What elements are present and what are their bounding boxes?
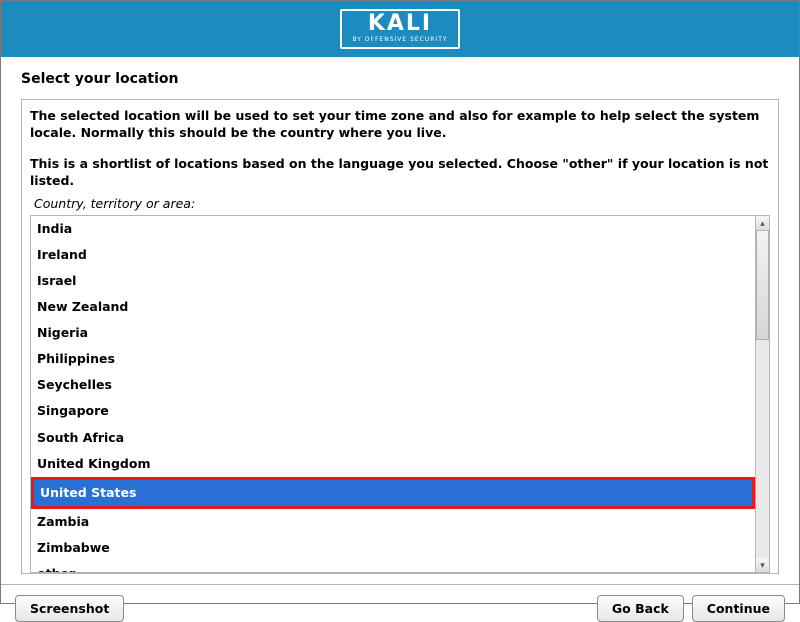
scroll-track[interactable] bbox=[756, 230, 769, 558]
scroll-up-button[interactable]: ▴ bbox=[756, 216, 769, 230]
location-item[interactable]: Nigeria bbox=[31, 320, 755, 346]
header-banner: KALI BY OFFENSIVE SECURITY bbox=[1, 1, 799, 57]
footer-bar: Screenshot Go Back Continue bbox=[1, 584, 799, 622]
content-area: Select your location The selected locati… bbox=[1, 57, 799, 574]
location-item[interactable]: India bbox=[31, 216, 755, 242]
scroll-down-button[interactable]: ▾ bbox=[756, 558, 769, 572]
main-panel: The selected location will be used to se… bbox=[21, 99, 779, 574]
location-item[interactable]: South Africa bbox=[31, 425, 755, 451]
location-item[interactable]: other bbox=[31, 561, 755, 572]
go-back-button[interactable]: Go Back bbox=[597, 595, 684, 622]
continue-button[interactable]: Continue bbox=[692, 595, 785, 622]
scroll-thumb[interactable] bbox=[756, 230, 769, 340]
scrollbar[interactable]: ▴ ▾ bbox=[756, 215, 770, 573]
location-item[interactable]: Singapore bbox=[31, 398, 755, 424]
location-item[interactable]: New Zealand bbox=[31, 294, 755, 320]
logo-main-text: KALI bbox=[352, 13, 447, 35]
location-item[interactable]: Seychelles bbox=[31, 372, 755, 398]
location-item[interactable]: Zimbabwe bbox=[31, 535, 755, 561]
location-item[interactable]: Ireland bbox=[31, 242, 755, 268]
location-item[interactable]: Israel bbox=[31, 268, 755, 294]
list-prompt: Country, territory or area: bbox=[34, 196, 770, 211]
location-item[interactable]: Zambia bbox=[31, 509, 755, 535]
location-list-wrap: IndiaIrelandIsraelNew ZealandNigeriaPhil… bbox=[30, 215, 770, 573]
screenshot-button[interactable]: Screenshot bbox=[15, 595, 124, 622]
description-1: The selected location will be used to se… bbox=[30, 108, 770, 142]
location-item[interactable]: Philippines bbox=[31, 346, 755, 372]
location-listbox[interactable]: IndiaIrelandIsraelNew ZealandNigeriaPhil… bbox=[30, 215, 756, 573]
location-item[interactable]: United Kingdom bbox=[31, 451, 755, 477]
location-item[interactable]: United States bbox=[34, 480, 752, 506]
kali-logo: KALI BY OFFENSIVE SECURITY bbox=[340, 9, 459, 49]
selected-location-highlight: United States bbox=[31, 477, 755, 509]
page-title: Select your location bbox=[21, 71, 779, 87]
description-2: This is a shortlist of locations based o… bbox=[30, 156, 770, 190]
logo-sub-text: BY OFFENSIVE SECURITY bbox=[352, 37, 447, 43]
